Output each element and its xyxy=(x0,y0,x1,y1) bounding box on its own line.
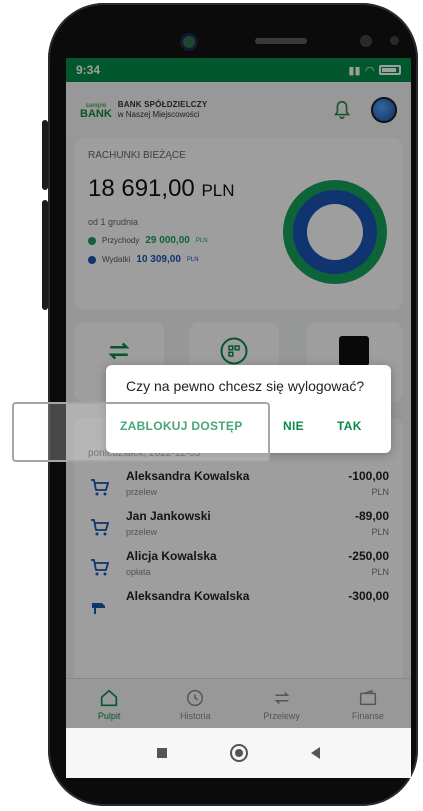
home-button-icon[interactable] xyxy=(229,744,248,762)
system-navigation-bar xyxy=(66,728,411,778)
no-button[interactable]: NIE xyxy=(283,419,304,433)
back-icon[interactable] xyxy=(310,747,320,759)
dialog-question: Czy na pewno chcesz się wylogować? xyxy=(126,378,365,394)
yes-button[interactable]: TAK xyxy=(337,419,362,433)
light-sensor xyxy=(390,36,399,45)
earpiece-speaker xyxy=(255,38,307,44)
proximity-sensor xyxy=(360,35,372,47)
front-camera xyxy=(180,33,198,51)
highlight-box xyxy=(12,402,270,462)
phone-screen: 9:34 ▮▮ ◠ sample BANK BANK SPÓŁDZIELCZY … xyxy=(66,58,411,728)
recents-icon[interactable] xyxy=(157,748,168,758)
